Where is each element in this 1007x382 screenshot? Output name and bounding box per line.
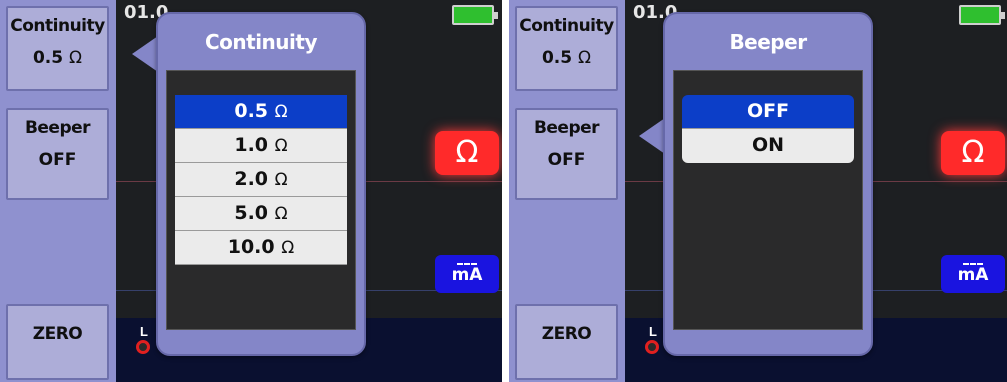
milliamp-icon[interactable]: mA	[435, 255, 499, 293]
softkey-panel: Continuity 0.5 Ω Beeper OFF ZERO	[0, 0, 116, 382]
terminal-label: L	[140, 324, 148, 339]
option-value: 2.0	[234, 168, 269, 190]
option-value: OFF	[746, 100, 790, 122]
continuity-value: 0.5	[541, 48, 573, 68]
ohm-unit: Ω	[578, 48, 592, 68]
continuity-softkey[interactable]: Continuity 0.5 Ω	[6, 6, 109, 91]
terminal-icon	[645, 340, 659, 354]
popup-body: 0.5 Ω 1.0 Ω 2.0 Ω 5.0 Ω 10.0 Ω	[166, 70, 356, 330]
battery-icon	[452, 5, 498, 25]
option-item[interactable]: 1.0 Ω	[175, 129, 347, 163]
option-item[interactable]: 0.5 Ω	[175, 95, 347, 129]
popup-title: Continuity	[204, 30, 318, 54]
beeper-options: OFF ON	[682, 95, 854, 163]
option-value: 10.0	[227, 236, 275, 258]
option-value: 0.5	[234, 100, 269, 122]
continuity-options: 0.5 Ω 1.0 Ω 2.0 Ω 5.0 Ω 10.0 Ω	[175, 95, 347, 265]
popup-pointer	[132, 36, 158, 72]
option-item[interactable]: 2.0 Ω	[175, 163, 347, 197]
zero-softkey[interactable]: ZERO	[6, 304, 109, 380]
ohm-unit: Ω	[274, 170, 288, 190]
option-value: ON	[751, 134, 785, 156]
beeper-value: OFF	[38, 150, 77, 170]
continuity-value: 0.5	[32, 48, 64, 68]
ohm-unit: Ω	[69, 48, 83, 68]
option-item[interactable]: 10.0 Ω	[175, 231, 347, 265]
milliamp-icon[interactable]: mA	[941, 255, 1005, 293]
ohm-icon[interactable]: Ω	[941, 131, 1005, 175]
beeper-softkey[interactable]: Beeper OFF	[515, 108, 618, 200]
continuity-softkey[interactable]: Continuity 0.5 Ω	[515, 6, 618, 91]
zero-softkey[interactable]: ZERO	[515, 304, 618, 380]
meter-screen-continuity-menu: 01.0 Ω mA L Continuity 0.5 Ω Beeper OFF …	[0, 0, 502, 382]
terminal-label: L	[649, 324, 657, 339]
option-value: 5.0	[234, 202, 269, 224]
ohm-unit: Ω	[281, 238, 295, 258]
popup-pointer	[639, 118, 665, 154]
ohm-unit: Ω	[274, 204, 288, 224]
popup-title: Beeper	[729, 30, 807, 54]
ohm-icon[interactable]: Ω	[435, 131, 499, 175]
softkey-panel: Continuity 0.5 Ω Beeper OFF ZERO	[509, 0, 625, 382]
continuity-popup: Continuity 0.5 Ω 1.0 Ω 2.0 Ω 5.0 Ω 10.0 Ω	[156, 12, 366, 356]
ohm-unit: Ω	[274, 102, 288, 122]
beeper-softkey[interactable]: Beeper OFF	[6, 108, 109, 200]
option-item[interactable]: ON	[682, 129, 854, 163]
option-item[interactable]: OFF	[682, 95, 854, 129]
beeper-popup: Beeper OFF ON	[663, 12, 873, 356]
popup-body: OFF ON	[673, 70, 863, 330]
option-value: 1.0	[234, 134, 269, 156]
ohm-unit: Ω	[274, 136, 288, 156]
battery-icon	[959, 5, 1005, 25]
meter-screen-beeper-menu: 01.0 Ω mA L Continuity 0.5 Ω Beeper OFF …	[509, 0, 1007, 382]
option-item[interactable]: 5.0 Ω	[175, 197, 347, 231]
terminal-icon	[136, 340, 150, 354]
beeper-value: OFF	[547, 150, 586, 170]
